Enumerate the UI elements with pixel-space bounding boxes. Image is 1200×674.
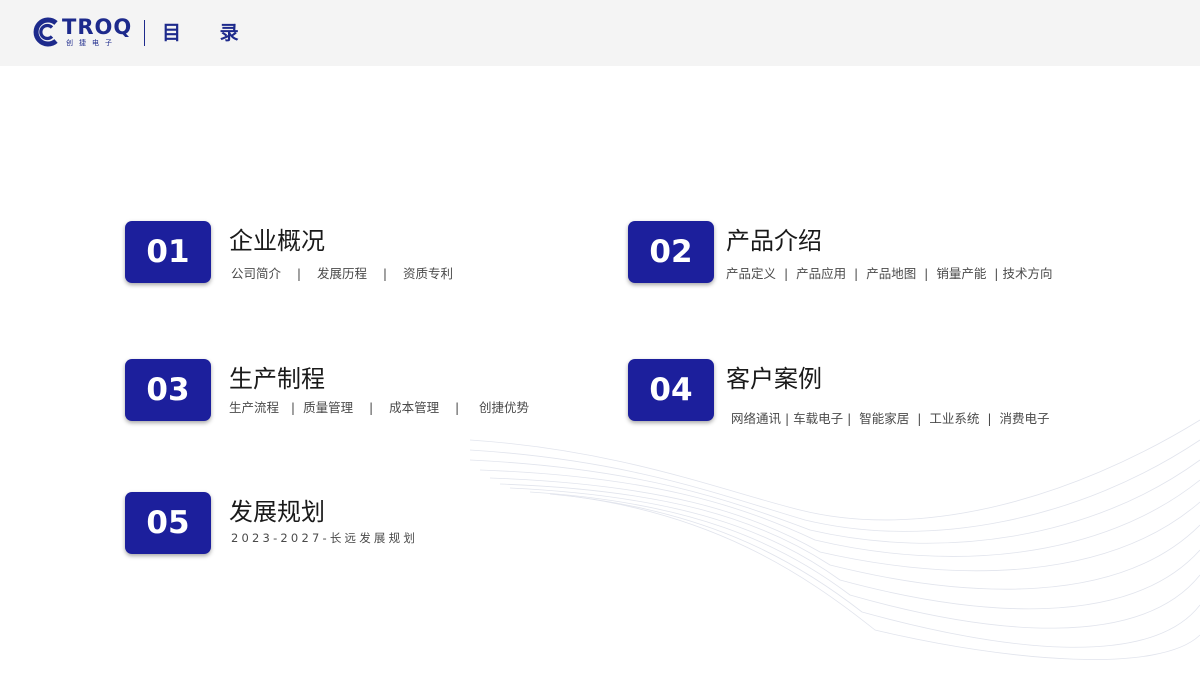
section-number-01: 01	[125, 221, 211, 283]
logo-c-mark-icon	[33, 17, 58, 47]
section-subtitle-05: 2023-2027-长远发展规划	[231, 531, 419, 545]
section-title-05[interactable]: 发展规划	[229, 497, 325, 527]
section-subtitle-02: 产品定义 | 产品应用 | 产品地图 | 销量产能 | 技术方向	[726, 266, 1053, 281]
company-logo: TROQ 创捷电子	[30, 15, 140, 49]
section-subtitle-03: 生产流程 | 质量管理 | 成本管理 | 创捷优势	[229, 400, 530, 415]
section-title-04[interactable]: 客户案例	[726, 364, 822, 394]
section-title-03[interactable]: 生产制程	[229, 364, 325, 394]
logo-wordmark: TROQ	[62, 15, 133, 39]
section-number-03: 03	[125, 359, 211, 421]
section-number-05: 05	[125, 492, 211, 554]
header-divider	[144, 20, 145, 46]
logo-subtitle: 创捷电子	[66, 39, 118, 47]
section-number-02: 02	[628, 221, 714, 283]
section-subtitle-01: 公司简介 | 发展历程 | 资质专利	[231, 266, 453, 281]
section-title-02[interactable]: 产品介绍	[726, 226, 822, 256]
section-number-04: 04	[628, 359, 714, 421]
header-bar: TROQ 创捷电子 目 录	[0, 0, 1200, 66]
section-title-01[interactable]: 企业概况	[229, 226, 325, 256]
page-title: 目 录	[162, 22, 255, 44]
section-subtitle-04: 网络通讯 | 车载电子 | 智能家居 | 工业系统 | 消费电子	[731, 411, 1050, 426]
